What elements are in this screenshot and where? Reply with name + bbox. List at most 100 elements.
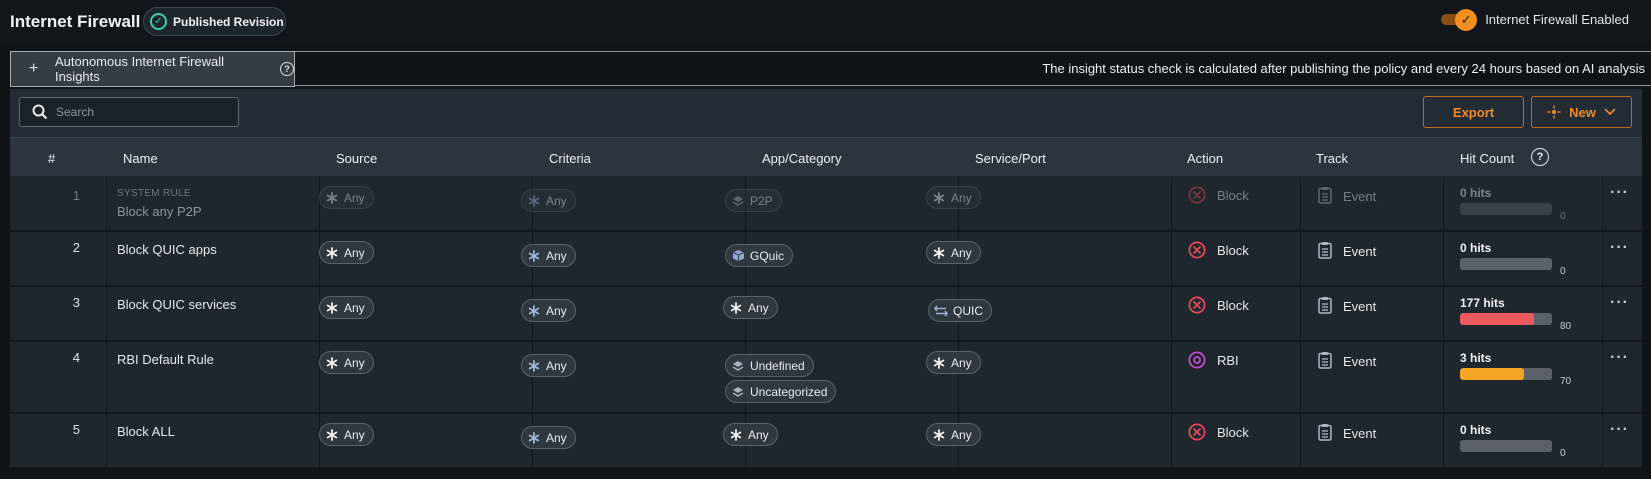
firewall-enabled-toggle[interactable]: ✓	[1441, 9, 1478, 31]
app-category-chip[interactable]: GQuic	[725, 244, 794, 267]
app-category-chip[interactable]: Undefined	[725, 354, 814, 377]
track-cell[interactable]: Event	[1318, 296, 1376, 317]
asterisk-icon	[527, 359, 541, 373]
rule-name[interactable]: Block ALL	[117, 424, 175, 439]
asterisk-icon	[325, 356, 339, 370]
col-hit-count[interactable]: Hit Count	[1460, 151, 1514, 166]
rules-toolbar: Export New	[10, 89, 1642, 137]
action-cell[interactable]: Block	[1188, 423, 1249, 441]
export-button[interactable]: Export	[1423, 96, 1524, 128]
col-service-port[interactable]: Service/Port	[975, 151, 1046, 166]
table-header: # Name Source Criteria App/Category Serv…	[10, 137, 1642, 177]
track-cell[interactable]: Event	[1318, 351, 1376, 372]
rule-name[interactable]: Block QUIC services	[117, 297, 236, 312]
ellipsis-icon[interactable]: ···	[1610, 184, 1629, 202]
hit-count-cell: 0 hits 0	[1460, 423, 1566, 459]
hit-count-bar-fill	[1460, 313, 1534, 325]
ellipsis-icon[interactable]: ···	[1610, 239, 1629, 257]
table-row[interactable]: 1 SYSTEM RULE Block any P2P Any Any P2P Any Blo…	[10, 177, 1642, 232]
ellipsis-icon[interactable]: ···	[1610, 421, 1629, 439]
table-row[interactable]: 5 Block ALL Any Any Any Any Block Event 0 hits 0 ·…	[10, 414, 1642, 469]
hit-count-cell: 0 hits 0	[1460, 241, 1566, 277]
rule-name[interactable]: Block any P2P	[117, 204, 202, 219]
hit-count-label: 177 hits	[1460, 296, 1505, 310]
rule-name[interactable]: Block QUIC apps	[117, 242, 217, 257]
hit-count-value: 0	[1560, 266, 1566, 277]
app-category-chip[interactable]: Any	[723, 423, 778, 446]
action-cell[interactable]: Block	[1188, 296, 1249, 314]
action-cell[interactable]: Block	[1188, 186, 1249, 204]
rule-number: 2	[72, 240, 80, 255]
col-track[interactable]: Track	[1316, 151, 1348, 166]
col-app-category[interactable]: App/Category	[762, 151, 842, 166]
col-criteria[interactable]: Criteria	[549, 151, 591, 166]
check-icon: ✓	[1455, 9, 1478, 31]
insights-expand-button[interactable]: + Autonomous Internet Firewall Insights …	[10, 51, 295, 87]
hit-count-bar-fill	[1460, 368, 1525, 380]
criteria-chip[interactable]: Any	[521, 354, 576, 377]
rule-number: 1	[72, 188, 80, 203]
hit-count-bar	[1460, 313, 1552, 325]
table-row[interactable]: 4 RBI Default Rule Any Any Undefined Uncatego…	[10, 342, 1642, 414]
source-chip[interactable]: Any	[319, 423, 374, 446]
col-name[interactable]: Name	[123, 151, 158, 166]
hit-count-value: 80	[1560, 321, 1572, 332]
help-icon[interactable]: ?	[280, 62, 294, 76]
insights-note: The insight status check is calculated a…	[1042, 61, 1645, 76]
hit-count-bar	[1460, 258, 1552, 270]
service-chip[interactable]: QUIC	[928, 299, 992, 322]
hit-count-label: 3 hits	[1460, 351, 1492, 365]
table-row[interactable]: 2 Block QUIC apps Any Any GQuic Any Block Event…	[10, 232, 1642, 287]
criteria-chip[interactable]: Any	[521, 244, 576, 267]
service-chip[interactable]: Any	[926, 351, 981, 374]
col-action[interactable]: Action	[1187, 151, 1223, 166]
published-revision-badge[interactable]: ✓ Published Revision	[143, 7, 286, 36]
plus-icon: +	[29, 60, 39, 77]
table-row[interactable]: 3 Block QUIC services Any Any Any QUIC Block Ev…	[10, 287, 1642, 342]
x-circle-icon	[1188, 241, 1206, 259]
criteria-chip[interactable]: Any	[521, 299, 576, 322]
search-icon	[32, 104, 48, 120]
asterisk-icon	[527, 194, 541, 208]
insights-label: Autonomous Internet Firewall Insights	[54, 54, 225, 84]
source-chip[interactable]: Any	[319, 351, 374, 374]
chevron-down-icon	[1604, 108, 1616, 116]
service-chip[interactable]: Any	[926, 241, 981, 264]
hit-count-cell: 177 hits 80	[1460, 296, 1571, 332]
criteria-chip[interactable]: Any	[521, 189, 576, 212]
new-button[interactable]: New	[1531, 96, 1632, 128]
cube-icon	[731, 249, 745, 263]
action-cell[interactable]: RBI	[1188, 351, 1239, 369]
layers-icon	[731, 359, 745, 373]
help-icon[interactable]: ?	[1531, 148, 1549, 166]
action-cell[interactable]: Block	[1188, 241, 1249, 259]
track-cell[interactable]: Event	[1318, 423, 1376, 444]
ellipsis-icon[interactable]: ···	[1610, 349, 1629, 367]
target-circle-icon	[1188, 351, 1206, 369]
asterisk-icon	[325, 301, 339, 315]
col-source[interactable]: Source	[336, 151, 377, 166]
firewall-enabled-control: ✓ Internet Firewall Enabled	[1441, 9, 1629, 31]
rule-name[interactable]: RBI Default Rule	[117, 352, 214, 367]
source-chip[interactable]: Any	[319, 296, 374, 319]
firewall-enabled-label: Internet Firewall Enabled	[1485, 11, 1629, 27]
track-cell[interactable]: Event	[1318, 186, 1376, 207]
clipboard-icon	[1318, 296, 1332, 317]
ellipsis-icon[interactable]: ···	[1610, 294, 1629, 312]
app-category-chip[interactable]: Uncategorized	[725, 380, 837, 403]
track-cell[interactable]: Event	[1318, 241, 1376, 262]
asterisk-icon	[932, 246, 946, 260]
app-category-chip[interactable]: Any	[723, 296, 778, 319]
hit-count-cell: 3 hits 70	[1460, 351, 1571, 387]
search-input[interactable]	[56, 105, 226, 119]
source-chip[interactable]: Any	[319, 241, 374, 264]
page-title: Internet Firewall	[10, 12, 141, 31]
criteria-chip[interactable]: Any	[521, 426, 576, 449]
hit-count-value: 0	[1560, 448, 1566, 459]
source-chip[interactable]: Any	[319, 186, 374, 209]
service-chip[interactable]: Any	[926, 423, 981, 446]
hit-count-bar	[1460, 440, 1552, 452]
service-chip[interactable]: Any	[926, 186, 981, 209]
app-category-chip[interactable]: P2P	[725, 189, 782, 212]
asterisk-icon	[932, 428, 946, 442]
